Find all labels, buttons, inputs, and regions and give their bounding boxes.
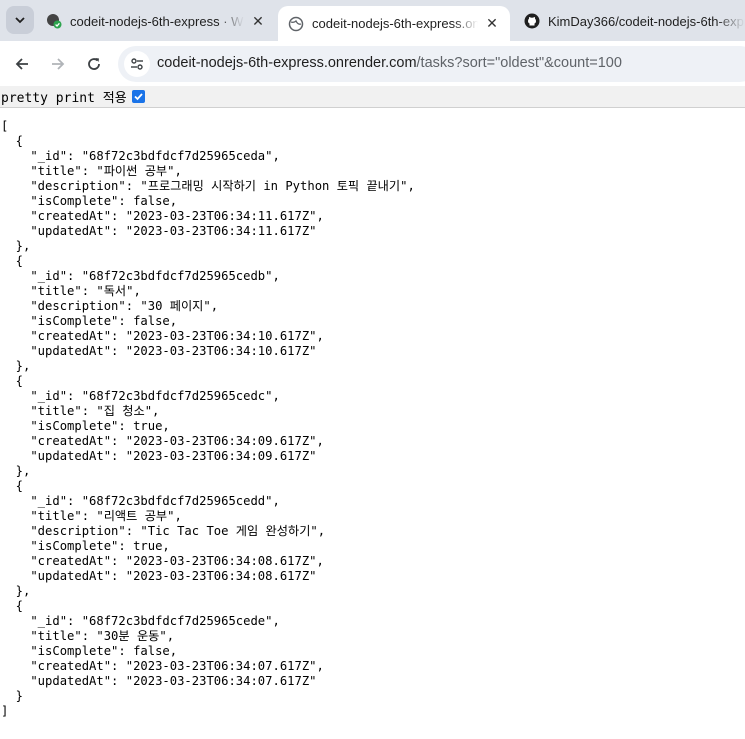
json-line: "title": "집 청소", (1, 404, 160, 418)
json-line: }, (1, 359, 31, 373)
tab-title: KimDay366/codeit-nodejs-6th-express (548, 13, 745, 29)
json-line: "updatedAt": "2023-03-23T06:34:07.617Z" (1, 674, 317, 688)
json-line: "_id": "68f72c3bdfdcf7d25965ceda", (1, 149, 280, 163)
json-line: "createdAt": "2023-03-23T06:34:08.617Z", (1, 554, 324, 568)
close-icon[interactable]: ✕ (250, 13, 266, 29)
json-line: "updatedAt": "2023-03-23T06:34:08.617Z" (1, 569, 317, 583)
reload-button[interactable] (80, 50, 108, 78)
json-line: "description": "30 페이지", (1, 299, 219, 313)
json-line: "updatedAt": "2023-03-23T06:34:11.617Z" (1, 224, 317, 238)
tab-render-dashboard[interactable]: codeit-nodejs-6th-express · W ✕ (46, 6, 266, 36)
json-response-body: [ { "_id": "68f72c3bdfdcf7d25965ceda", "… (1, 119, 415, 719)
forward-button[interactable] (44, 50, 72, 78)
json-line: "isComplete": true, (1, 419, 170, 433)
json-line: "title": "파이썬 공부", (1, 164, 182, 178)
pretty-print-label: pretty print 적용 (1, 91, 127, 106)
json-line: "description": "Tic Tac Toe 게임 완성하기", (1, 524, 326, 538)
pretty-print-checkbox[interactable] (131, 90, 145, 103)
json-line: } (1, 689, 24, 703)
json-line: { (1, 479, 24, 493)
json-line: "createdAt": "2023-03-23T06:34:09.617Z", (1, 434, 324, 448)
url-text[interactable]: codeit-nodejs-6th-express.onrender.com/t… (157, 55, 622, 71)
globe-icon (288, 16, 304, 32)
tab-strip: codeit-nodejs-6th-express · W ✕ codeit-n… (0, 0, 745, 41)
json-line: "isComplete": false, (1, 194, 178, 208)
json-line: "title": "30분 운동", (1, 629, 175, 643)
json-line: }, (1, 584, 31, 598)
back-button[interactable] (8, 50, 36, 78)
json-line: { (1, 254, 24, 268)
site-info-button[interactable] (124, 51, 150, 77)
render-icon (46, 13, 62, 29)
json-line: "createdAt": "2023-03-23T06:34:10.617Z", (1, 329, 324, 343)
json-line: }, (1, 239, 31, 253)
chevron-down-icon (15, 17, 25, 24)
json-line: "_id": "68f72c3bdfdcf7d25965cede", (1, 614, 280, 628)
address-bar[interactable]: codeit-nodejs-6th-express.onrender.com/t… (118, 46, 745, 82)
json-line: { (1, 599, 24, 613)
json-line: { (1, 134, 24, 148)
arrow-right-icon (52, 58, 65, 70)
checkmark-icon (134, 93, 143, 101)
close-icon[interactable]: ✕ (484, 15, 500, 32)
tab-current-page[interactable]: codeit-nodejs-6th-express.onrender.com ✕ (278, 6, 510, 41)
url-host: codeit-nodejs-6th-express.onrender.com (157, 55, 417, 71)
json-line: ] (1, 704, 9, 718)
reload-icon (88, 58, 100, 70)
json-line: "updatedAt": "2023-03-23T06:34:10.617Z" (1, 344, 317, 358)
json-line: "isComplete": true, (1, 539, 170, 553)
url-path: /tasks?sort="oldest"&count=100 (416, 55, 622, 71)
tab-title: codeit-nodejs-6th-express · W (70, 13, 244, 29)
tab-search-button[interactable] (6, 6, 34, 34)
json-line: "description": "프로그래밍 시작하기 in Python 토픽 … (1, 179, 415, 193)
arrow-left-icon (15, 58, 28, 70)
json-line: "isComplete": false, (1, 644, 178, 658)
tune-icon (131, 58, 143, 70)
json-line: }, (1, 464, 31, 478)
json-line: "_id": "68f72c3bdfdcf7d25965cedd", (1, 494, 280, 508)
browser-toolbar: codeit-nodejs-6th-express.onrender.com/t… (0, 41, 745, 86)
json-line: "_id": "68f72c3bdfdcf7d25965cedc", (1, 389, 280, 403)
pretty-print-bar: pretty print 적용 (0, 86, 745, 108)
json-line: [ (1, 119, 9, 133)
json-line: "updatedAt": "2023-03-23T06:34:09.617Z" (1, 449, 317, 463)
tab-title: codeit-nodejs-6th-express.onrender.com (312, 16, 478, 31)
json-line: "createdAt": "2023-03-23T06:34:11.617Z", (1, 209, 324, 223)
tab-github-repo[interactable]: KimDay366/codeit-nodejs-6th-express (524, 6, 745, 36)
json-line: "title": "독서", (1, 284, 141, 298)
json-line: { (1, 374, 24, 388)
json-line: "isComplete": false, (1, 314, 178, 328)
json-line: "_id": "68f72c3bdfdcf7d25965cedb", (1, 269, 280, 283)
json-line: "title": "리액트 공부", (1, 509, 182, 523)
github-icon (524, 13, 540, 29)
json-line: "createdAt": "2023-03-23T06:34:07.617Z", (1, 659, 324, 673)
